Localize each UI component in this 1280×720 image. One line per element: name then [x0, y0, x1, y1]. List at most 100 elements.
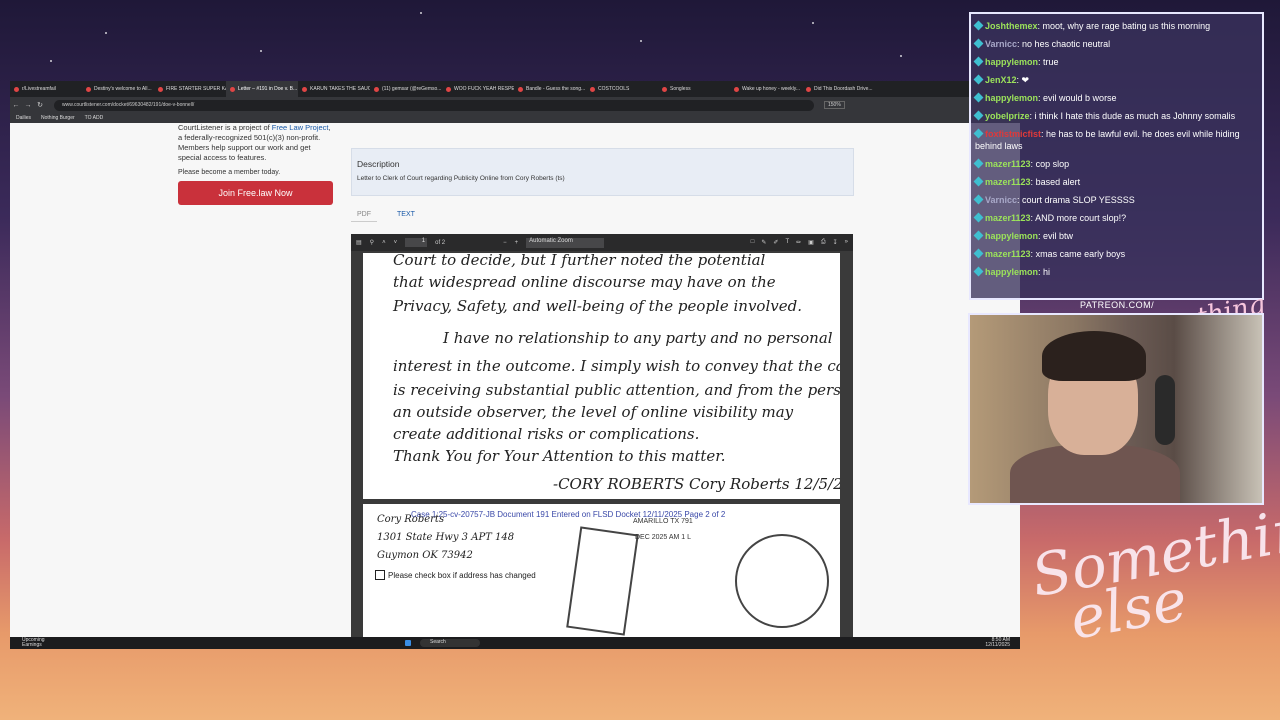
reload-icon[interactable]: ↻ [34, 101, 46, 109]
bookmark-nothing-burger[interactable]: Nothing Burger [41, 113, 75, 123]
chat-username[interactable]: happylemon [985, 93, 1038, 103]
chat-username[interactable]: happylemon [985, 231, 1038, 241]
checkbox-icon [375, 570, 385, 580]
sender-city: Guymon OK 73942 [377, 550, 473, 561]
tab-favicon-icon [302, 86, 307, 92]
save-icon[interactable]: ↧ [833, 239, 838, 246]
chat-badge-icon [973, 128, 984, 139]
taskbar-search[interactable]: Search [420, 639, 480, 647]
tab-favicon-icon [86, 86, 91, 92]
letter-line: I have no relationship to any party and … [443, 329, 833, 347]
chat-username[interactable]: mazer1123 [985, 159, 1031, 169]
back-icon[interactable]: ← [10, 102, 22, 109]
description-title: Description [357, 159, 400, 169]
weather-widget[interactable]: Upcoming Earnings [22, 638, 45, 648]
chat-badge-icon [973, 248, 984, 259]
microphone [1155, 375, 1175, 445]
print-icon[interactable]: ⎙ [821, 239, 826, 246]
zoom-out-icon[interactable]: − [503, 240, 507, 246]
tab-text[interactable]: TEXT [391, 208, 421, 222]
chat-text: ❤ [1021, 75, 1030, 85]
page-number-input[interactable]: 1 [405, 238, 428, 247]
next-page-icon[interactable]: ˅ [394, 240, 398, 246]
bookmark-to-add[interactable]: TO ADD [85, 113, 104, 123]
chat-username[interactable]: mazer1123 [985, 177, 1031, 187]
chat-username[interactable]: Varnicc [985, 39, 1017, 49]
page-count: of 2 [435, 239, 446, 246]
prev-page-icon[interactable]: ˄ [382, 240, 386, 246]
chat-username[interactable]: mazer1123 [985, 249, 1031, 259]
chat-badge-icon [973, 158, 984, 169]
chat-text: i think I hate this dude as much as John… [1034, 111, 1236, 121]
zoom-in-icon[interactable]: + [515, 240, 519, 246]
chat-badge-icon [973, 230, 984, 241]
chat-message: Joshthemex: moot, why are rage bating us… [973, 20, 1258, 32]
tab-favicon-icon [158, 86, 163, 92]
browser-tab[interactable]: Songless [658, 81, 730, 97]
draw-icon[interactable]: ✐ [773, 239, 778, 246]
more-tools-icon[interactable]: » [845, 239, 848, 246]
pdf-page-2-envelope: Case 1:25-cv-20757-JB Document 191 Enter… [363, 504, 840, 637]
chat-text: hi [1043, 267, 1051, 277]
description-text: Letter to Clerk of Court regarding Publi… [357, 175, 565, 182]
start-icon[interactable] [405, 640, 411, 646]
chat-badge-icon [973, 176, 984, 187]
chat-badge-icon [973, 20, 984, 31]
chat-username[interactable]: mazer1123 [985, 213, 1031, 223]
chat-text: court drama SLOP YESSSS [1022, 195, 1135, 205]
clock: 8:50 AM 12/11/2025 [985, 637, 1010, 648]
tab-favicon-icon [734, 86, 739, 92]
find-icon[interactable]: ⚲ [370, 239, 374, 246]
tab-favicon-icon [590, 86, 595, 92]
chat-message: happylemon: true [973, 56, 1258, 68]
chat-message: mazer1123: AND more court slop!? [973, 212, 1258, 224]
chat-message: Varnicc: no hes chaotic neutral [973, 38, 1258, 50]
chat-badge-icon [973, 74, 984, 85]
postmark-circle [735, 534, 829, 628]
zoom-select[interactable]: Automatic Zoom [526, 237, 605, 248]
letter-line: an outside observer, the level of online… [393, 403, 794, 421]
tab-pdf[interactable]: PDF [351, 208, 377, 222]
browser-tab[interactable]: Did This Doordash Drive... [802, 81, 874, 97]
browser-tab[interactable]: COSTCOOLS [586, 81, 658, 97]
letter-line: interest in the outcome. I simply wish t… [393, 357, 840, 375]
chat-message: happylemon: hi [973, 266, 1258, 278]
sidebar: CourtListener is a project of Free Law P… [178, 123, 335, 205]
zoom-badge[interactable]: 150% [824, 101, 845, 109]
comment-icon[interactable]: □ [751, 239, 755, 246]
forward-icon[interactable]: → [22, 102, 34, 109]
browser-tab[interactable]: KARUN TAKES THE SAUC... [298, 81, 370, 97]
browser-tab[interactable]: Bandle - Guess the song... [514, 81, 586, 97]
chat-username[interactable]: JenX12 [985, 75, 1017, 85]
browser-tab-bar: r/Livestreamfail Destiny's welcome to All… [10, 81, 1020, 97]
chat-badge-icon [973, 110, 984, 121]
chat-message: mazer1123: cop slop [973, 158, 1258, 170]
chat-username[interactable]: happylemon [985, 267, 1038, 277]
browser-tab[interactable]: Destiny's welcome to All... [82, 81, 154, 97]
sidebar-toggle-icon[interactable]: ▤ [356, 239, 362, 246]
letter-line: that widespread online discourse may hav… [393, 273, 776, 291]
image-icon[interactable]: ▣ [808, 239, 814, 246]
browser-tab[interactable]: Letter – #191 in Doe v. B... [226, 81, 298, 97]
join-button[interactable]: Join Free.law Now [178, 181, 333, 205]
url-field[interactable]: www.courtlistener.com/docket/69630482/19… [54, 99, 814, 111]
text-icon[interactable]: T [785, 239, 789, 246]
chat-badge-icon [973, 56, 984, 67]
patreon-text: PATREON.COM/ [1080, 300, 1155, 310]
free-law-project-link[interactable]: Free Law Project [272, 123, 329, 132]
browser-tab[interactable]: WOO FUCK YEAH RESPE... [442, 81, 514, 97]
letter-line: Thank You for Your Attention to this mat… [393, 447, 726, 465]
browser-tab[interactable]: Wake up honey - weekly... [730, 81, 802, 97]
browser-tab[interactable]: (11) gemsar (@reGemso... [370, 81, 442, 97]
pen-icon[interactable]: ✏ [796, 239, 801, 246]
bookmark-dailies[interactable]: Dailies [16, 113, 31, 123]
highlight-icon[interactable]: ✎ [761, 239, 766, 246]
browser-tab[interactable]: FIRE STARTER SUPER KAI... [154, 81, 226, 97]
chat-username[interactable]: yobelprize [985, 111, 1030, 121]
browser-tab[interactable]: r/Livestreamfail [10, 81, 82, 97]
chat-username[interactable]: Joshthemex [985, 21, 1038, 31]
description-box: Description Letter to Clerk of Court reg… [351, 148, 854, 196]
chat-username[interactable]: Varnicc [985, 195, 1017, 205]
chat-username[interactable]: happylemon [985, 57, 1038, 67]
chat-username[interactable]: foxfistmicfist [985, 129, 1041, 139]
